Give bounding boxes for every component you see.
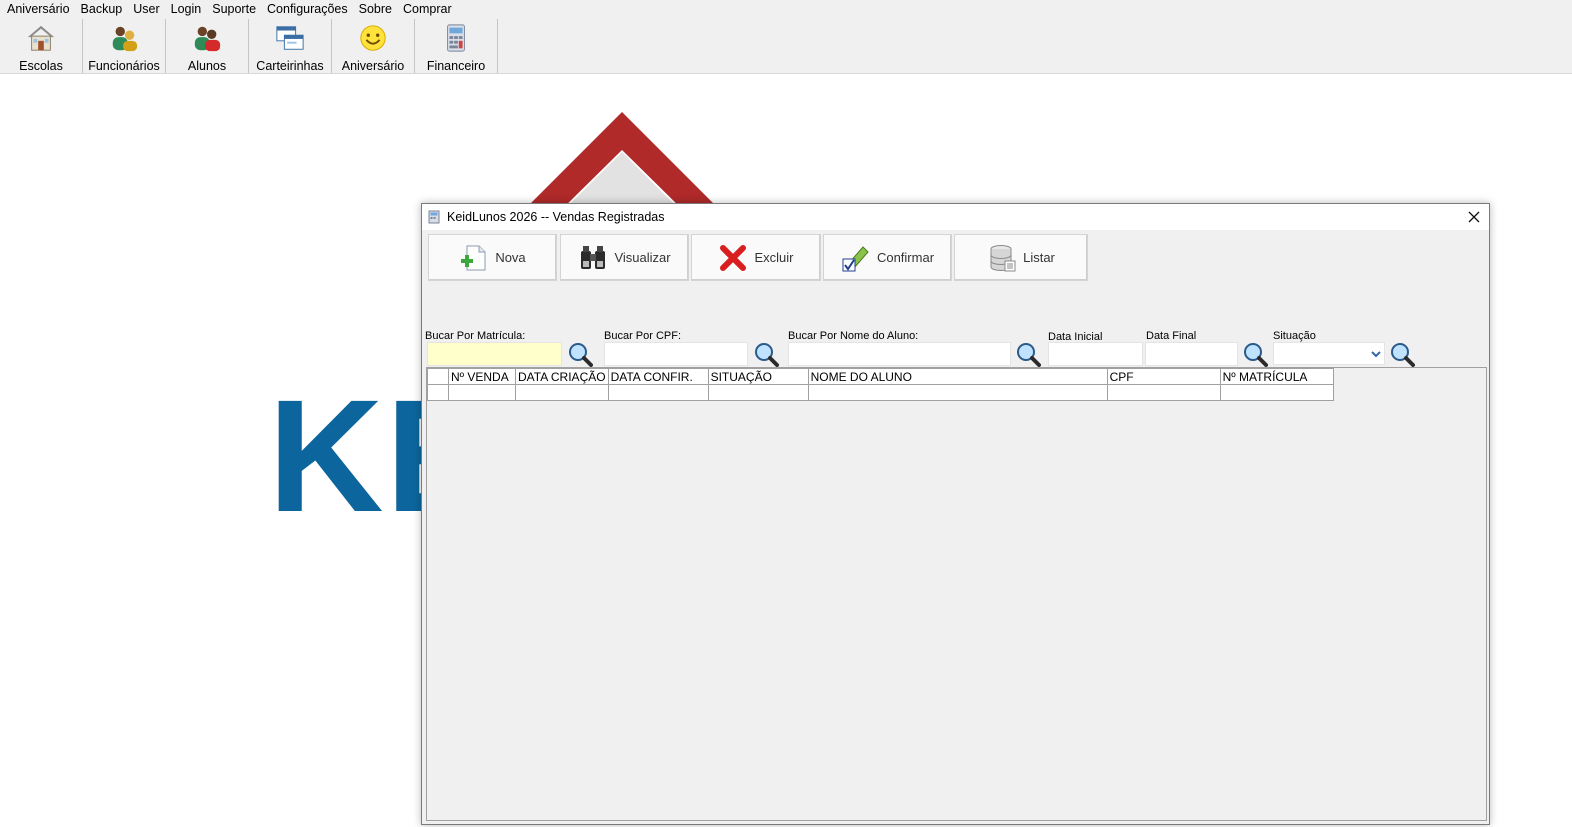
listar-label: Listar [1023, 250, 1055, 265]
toolbar-label: Carteirinhas [256, 59, 324, 73]
table-cell[interactable] [707, 384, 809, 401]
menubar: Aniversário Backup User Login Suporte Co… [0, 0, 1572, 19]
excluir-button[interactable]: Excluir [691, 234, 821, 281]
data-final-label: Data Final [1146, 330, 1197, 342]
col-header-cpf[interactable]: CPF [1106, 368, 1221, 385]
visualizar-button[interactable]: Visualizar [560, 234, 689, 281]
chevron-down-icon[interactable] [1369, 344, 1383, 364]
menu-aniversario[interactable]: Aniversário [2, 1, 75, 18]
table-cell[interactable] [607, 384, 709, 401]
menu-login[interactable]: Login [166, 1, 207, 18]
nova-button[interactable]: Nova [428, 234, 557, 281]
pencil-check-icon [842, 245, 869, 271]
toolbar-label: Alunos [187, 59, 227, 73]
database-icon [990, 244, 1016, 271]
col-header-nmatricula[interactable]: Nº MATRÍCULA [1219, 368, 1334, 385]
cpf-input[interactable] [604, 342, 748, 366]
vendas-grid[interactable]: Nº VENDA DATA CRIAÇÃO DATA CONFIR. SITUA… [426, 367, 1487, 821]
menu-configuracoes[interactable]: Configurações [262, 1, 353, 18]
menu-backup[interactable]: Backup [76, 1, 128, 18]
search-datas-button[interactable] [1239, 341, 1270, 367]
visualizar-label: Visualizar [614, 250, 671, 265]
toolbar-label: Funcionários [88, 59, 160, 73]
col-header-nvenda[interactable]: Nº VENDA [448, 368, 516, 385]
col-header-nome-aluno[interactable]: NOME DO ALUNO [807, 368, 1108, 385]
search-icon [1243, 343, 1268, 367]
situacao-label: Situação [1273, 330, 1316, 342]
vendas-window: KeidLunos 2026 -- Vendas Registradas Nov… [421, 203, 1490, 825]
employees-icon [112, 26, 138, 52]
close-button[interactable] [1459, 204, 1489, 230]
app-icon [428, 210, 440, 224]
menu-comprar[interactable]: Comprar [398, 1, 457, 18]
search-icon [1390, 343, 1415, 367]
cpf-label: Bucar Por CPF: [604, 330, 682, 342]
vendas-table: Nº VENDA DATA CRIAÇÃO DATA CONFIR. SITUA… [427, 368, 1334, 401]
students-icon [194, 26, 221, 52]
search-matricula-button[interactable] [564, 341, 595, 367]
table-row[interactable] [427, 384, 1334, 401]
calculator-icon [447, 24, 465, 52]
grid-corner-cell [427, 368, 449, 385]
toolbar-label: Aniversário [341, 59, 405, 73]
nome-label: Bucar Por Nome do Aluno: [788, 330, 919, 342]
menu-user[interactable]: User [128, 1, 164, 18]
excluir-label: Excluir [754, 250, 794, 265]
cards-icon [276, 26, 304, 50]
logo-roof-graphic [526, 112, 718, 208]
confirmar-label: Confirmar [876, 250, 935, 265]
row-header-cell[interactable] [427, 384, 449, 401]
toolbar-carteirinhas-button[interactable]: Carteirinhas [249, 19, 332, 73]
table-cell[interactable] [1106, 384, 1221, 401]
data-final-input[interactable] [1145, 342, 1238, 366]
search-cpf-button[interactable] [750, 341, 781, 367]
data-inicial-input[interactable] [1048, 342, 1143, 366]
house-icon [27, 25, 55, 51]
smiley-icon [360, 25, 386, 51]
window-title: KeidLunos 2026 -- Vendas Registradas [447, 210, 665, 224]
search-icon [1016, 343, 1041, 367]
nova-label: Nova [495, 250, 526, 265]
nome-input[interactable] [788, 342, 1011, 366]
toolbar-label: Escolas [19, 59, 63, 73]
table-cell[interactable] [807, 384, 1108, 401]
search-icon [568, 343, 593, 367]
toolbar-label: Financeiro [426, 59, 486, 73]
toolbar-funcionarios-button[interactable]: Funcionários [83, 19, 166, 73]
menu-suporte[interactable]: Suporte [207, 1, 261, 18]
search-nome-button[interactable] [1012, 341, 1043, 367]
table-cell[interactable] [448, 384, 516, 401]
col-header-data-confir[interactable]: DATA CONFIR. [607, 368, 709, 385]
toolbar-financeiro-button[interactable]: Financeiro [415, 19, 498, 73]
search-situacao-button[interactable] [1386, 341, 1417, 367]
situacao-select[interactable] [1273, 342, 1385, 365]
table-cell[interactable] [1219, 384, 1334, 401]
toolbar-alunos-button[interactable]: Alunos [166, 19, 249, 73]
toolbar-escolas-button[interactable]: Escolas [0, 19, 83, 73]
table-cell[interactable] [515, 384, 609, 401]
delete-x-icon [720, 244, 747, 271]
menu-sobre[interactable]: Sobre [354, 1, 397, 18]
confirmar-button[interactable]: Confirmar [823, 234, 952, 281]
toolbar-aniversario-button[interactable]: Aniversário [332, 19, 415, 73]
window-titlebar[interactable]: KeidLunos 2026 -- Vendas Registradas [422, 204, 1489, 230]
main-toolbar: Escolas Funcionários Alunos Carteirinhas [0, 19, 1572, 74]
close-icon [1468, 211, 1480, 223]
new-document-icon [461, 245, 486, 270]
col-header-data-criacao[interactable]: DATA CRIAÇÃO [515, 368, 609, 385]
grid-header-row: Nº VENDA DATA CRIAÇÃO DATA CONFIR. SITUA… [427, 368, 1334, 385]
matricula-input[interactable] [427, 342, 562, 366]
matricula-label: Bucar Por Matrícula: [425, 330, 526, 342]
search-icon [754, 343, 779, 367]
binoculars-icon [581, 245, 606, 269]
col-header-situacao[interactable]: SITUAÇÃO [707, 368, 809, 385]
listar-button[interactable]: Listar [954, 234, 1088, 281]
